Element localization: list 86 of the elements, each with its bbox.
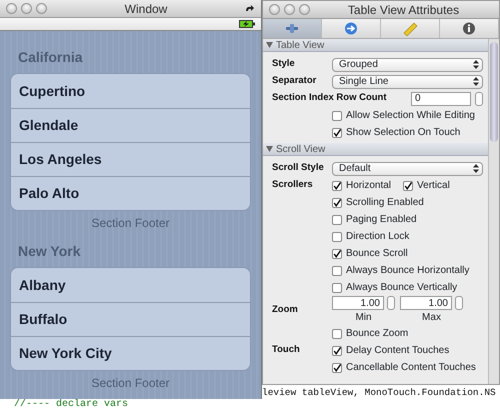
field-label: Touch — [272, 344, 300, 356]
checkbox[interactable] — [332, 346, 342, 356]
disclosure-triangle-icon — [266, 146, 273, 152]
checkbox[interactable] — [332, 282, 342, 292]
section-header[interactable]: Table View — [263, 39, 488, 52]
table-row[interactable]: Albany — [11, 268, 250, 302]
battery-icon — [239, 20, 255, 28]
window-control-button[interactable] — [299, 4, 310, 15]
checkbox[interactable] — [332, 232, 342, 242]
code-comment: //---- declare vars — [14, 399, 128, 411]
section-footer: Section Footer — [10, 371, 251, 397]
checkbox-label: Bounce Zoom — [346, 327, 408, 341]
checkbox-label: Paging Enabled — [346, 213, 417, 227]
stepper[interactable] — [475, 92, 483, 106]
field-label: Zoom — [272, 304, 298, 316]
section-title: Scroll View — [276, 142, 326, 156]
window-control-button[interactable] — [269, 4, 280, 15]
checkbox-label: Always Bounce Horizontally — [346, 264, 470, 278]
table-row[interactable]: Glendale — [11, 108, 250, 142]
inspector-tab[interactable] — [322, 19, 381, 38]
dropdown[interactable]: Grouped — [332, 58, 483, 72]
field-label: Style — [272, 58, 295, 70]
checkbox[interactable] — [332, 198, 342, 208]
checkbox-label: Horizontal — [346, 179, 392, 193]
checkbox-label: Vertical — [417, 179, 450, 193]
window-title: Table View Attributes — [348, 2, 460, 16]
stepper[interactable] — [455, 296, 463, 310]
checkbox-label: Show Selection On Touch — [346, 126, 460, 140]
checkmark-icon — [333, 248, 341, 258]
checkbox[interactable] — [332, 180, 342, 190]
checkbox-label: Cancellable Content Touches — [346, 361, 476, 375]
section-header: California — [17, 48, 84, 67]
window-title: Window — [124, 2, 168, 16]
updown-arrows-icon — [473, 77, 479, 86]
section-header: New York — [17, 242, 82, 261]
code-line: leview tableView, MonoTouch.Foundation.NS — [262, 386, 496, 400]
checkbox-label: Bounce Scroll — [346, 247, 408, 261]
inspector-tab[interactable] — [440, 19, 499, 38]
scrollbar[interactable] — [488, 39, 499, 384]
table-row[interactable]: Los Angeles — [11, 142, 250, 176]
number-field[interactable]: 0 — [411, 92, 471, 106]
checkbox-label: Scrolling Enabled — [346, 196, 424, 210]
ruler-icon — [402, 22, 418, 36]
window-control-button[interactable] — [21, 3, 32, 14]
checkmark-icon — [404, 180, 412, 190]
section-title: Table View — [276, 39, 324, 52]
checkbox-label: Direction Lock — [346, 230, 410, 244]
checkbox[interactable] — [332, 128, 342, 138]
field-label: Section Index Row Count — [272, 92, 387, 104]
updown-arrows-icon — [473, 164, 479, 173]
table-row[interactable]: Buffalo — [11, 302, 250, 336]
section-header[interactable]: Scroll View — [263, 143, 488, 156]
field-label: Scroll Style — [272, 162, 324, 174]
inspector-tab[interactable] — [263, 19, 322, 38]
checkmark-icon — [333, 128, 341, 138]
number-field[interactable]: 1.00 — [400, 296, 452, 310]
checkbox[interactable] — [332, 328, 342, 338]
checkbox[interactable] — [332, 214, 342, 224]
section-footer: Section Footer — [10, 211, 251, 237]
table-row[interactable]: New York City — [11, 336, 250, 370]
table-row[interactable]: Cupertino — [11, 74, 250, 108]
rotate-icon — [245, 4, 255, 12]
stepper[interactable] — [387, 296, 395, 310]
dropdown[interactable]: Single Line — [332, 74, 483, 88]
checkbox[interactable] — [332, 362, 342, 372]
checkbox-label: Delay Content Touches — [346, 344, 450, 358]
arrow-circle-icon — [343, 22, 359, 36]
disclosure-triangle-icon — [266, 42, 273, 48]
checkbox[interactable] — [403, 180, 414, 190]
number-field[interactable]: 1.00 — [332, 296, 384, 310]
checkbox[interactable] — [332, 110, 342, 120]
checkbox[interactable] — [332, 266, 342, 276]
checkbox-label: Always Bounce Vertically — [346, 281, 458, 295]
field-label: Separator — [272, 75, 316, 86]
field-caption: Min — [355, 311, 372, 325]
checkbox[interactable] — [332, 248, 342, 258]
table-row[interactable]: Palo Alto — [11, 176, 250, 210]
field-label: Scrollers — [272, 179, 313, 190]
window-control-button[interactable] — [6, 3, 17, 14]
updown-arrows-icon — [473, 60, 479, 69]
info-icon — [461, 22, 477, 36]
window-control-button[interactable] — [36, 3, 47, 14]
dropdown[interactable]: Default — [332, 162, 483, 176]
window-control-button[interactable] — [284, 4, 295, 15]
field-caption: Max — [422, 311, 441, 325]
checkbox-label: Allow Selection While Editing — [346, 109, 475, 123]
